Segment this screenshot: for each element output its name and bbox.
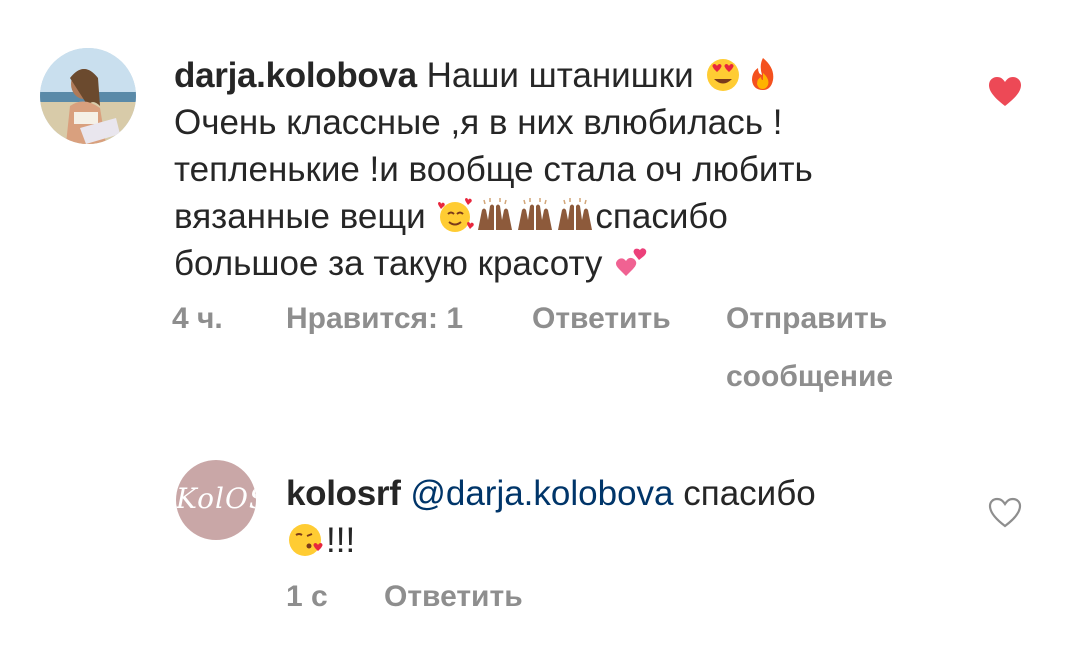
reply-button-2[interactable]: Ответить — [384, 580, 523, 614]
comment-username-1[interactable]: darja.kolobova — [174, 56, 417, 95]
comment-username-2[interactable]: kolosrf — [286, 474, 401, 513]
comment-time-1: 4 ч. — [172, 302, 223, 335]
raising-hands-emoji-icon-2 — [516, 196, 554, 234]
comment-text-line-1: Наши штанишки — [426, 56, 694, 95]
comment-line-4: вязанные вещи спасибо — [174, 193, 934, 240]
reply-exclaim: !!! — [326, 521, 356, 560]
face-blowing-kiss-emoji-icon — [287, 520, 325, 558]
likes-count-button[interactable]: Нравится: 1 — [286, 302, 463, 336]
comment-line-5: большое за такую красоту — [174, 240, 934, 287]
comment-text-line-4: вязанные вещи — [174, 197, 426, 236]
reply-text: спасибо — [683, 474, 816, 513]
comment-line-3: тепленькие !и вообще стала оч любить — [174, 150, 813, 189]
reply-button-1[interactable]: Ответить — [532, 302, 671, 336]
fire-emoji-icon — [744, 55, 782, 93]
like-heart-outline-icon[interactable] — [988, 497, 1022, 529]
smiling-face-with-hearts-emoji-icon — [436, 196, 475, 234]
send-message-line-1: Отправить — [726, 302, 888, 335]
send-message-button[interactable]: Отправить сообщение — [726, 302, 893, 406]
raising-hands-emoji-icon — [476, 196, 514, 234]
heart-eyes-emoji-icon — [704, 55, 742, 93]
avatar-darja[interactable] — [40, 48, 136, 144]
like-heart-icon[interactable] — [988, 76, 1022, 108]
reply-line-2: !!! — [286, 517, 946, 564]
mention-link[interactable]: @darja.kolobova — [410, 474, 673, 513]
two-hearts-emoji-icon — [613, 243, 651, 281]
comment-text-line-4-after: спасибо — [595, 197, 728, 236]
comment-line-1: darja.kolobova Наши штанишки — [174, 52, 934, 99]
send-message-line-2: сообщение — [726, 360, 894, 393]
avatar-kolosrf[interactable]: KolOS — [176, 460, 256, 540]
comment-text-line-5: большое за такую красоту — [174, 244, 603, 283]
reply-line-1: kolosrf @darja.kolobova спасибо — [286, 470, 946, 517]
comment-body-2: kolosrf @darja.kolobova спасибо !!! — [286, 470, 946, 564]
comment-body-1: darja.kolobova Наши штанишки Очень класс… — [174, 52, 934, 287]
comment-time-2: 1 с — [286, 580, 328, 613]
kolos-logo-icon: KolOS — [176, 482, 256, 515]
comment-line-2: Очень классные ,я в них влюбилась ! — [174, 103, 783, 142]
raising-hands-emoji-icon-3 — [556, 196, 594, 234]
